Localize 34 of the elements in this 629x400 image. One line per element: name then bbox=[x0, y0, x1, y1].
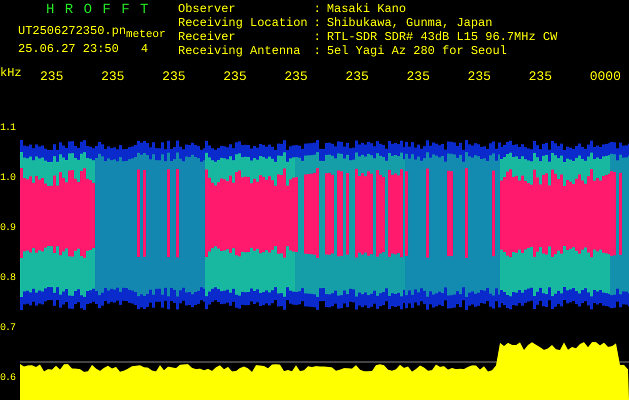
time-label: 235 bbox=[223, 68, 247, 84]
date-time: 25.06.27 23:50 bbox=[18, 42, 119, 56]
frequency-label: 1.1 bbox=[0, 122, 16, 136]
info-label: Receiver bbox=[178, 32, 237, 45]
frequency-label: 0.6 bbox=[0, 372, 16, 386]
time-label: 235 bbox=[40, 68, 64, 84]
info-value: 5el Yagi Az 280 for Seoul bbox=[326, 46, 508, 60]
info-value: Masaki Kano bbox=[326, 4, 408, 17]
info-separator: : bbox=[314, 18, 321, 32]
frequency-label: 0.8 bbox=[0, 272, 16, 286]
frequency-label: 0.7 bbox=[0, 322, 16, 336]
info-value: Shibukawa, Gunma, Japan bbox=[326, 18, 494, 31]
time-label: 235 bbox=[284, 68, 308, 84]
app-title: H R O F F T bbox=[45, 1, 150, 20]
info-label: Observer bbox=[178, 4, 237, 17]
info-separator: : bbox=[314, 4, 321, 18]
info-label: Receiving Location bbox=[178, 18, 308, 31]
time-label: 235 bbox=[468, 68, 491, 84]
info-separator: : bbox=[314, 32, 321, 46]
time-label: 235 bbox=[101, 68, 124, 84]
info-separator: : bbox=[314, 46, 321, 60]
time-label: 235 bbox=[528, 68, 552, 84]
time-label: 235 bbox=[162, 68, 186, 84]
axis-unit: kHz bbox=[0, 66, 20, 80]
mode-label: meteor bbox=[126, 29, 166, 41]
count-label: 4 bbox=[140, 42, 148, 56]
time-label: 235 bbox=[406, 68, 430, 84]
time-label: 0000 bbox=[590, 68, 621, 84]
frequency-label: 0.9 bbox=[0, 222, 16, 236]
file-name: UT2506272350.pn bbox=[18, 24, 126, 38]
info-value: RTL-SDR SDR# 43dB L15 96.7MHz CW bbox=[326, 32, 558, 45]
time-label: 235 bbox=[345, 68, 369, 84]
frequency-label: 1.0 bbox=[0, 172, 16, 186]
info-label: Receiving Antenna bbox=[178, 46, 302, 60]
